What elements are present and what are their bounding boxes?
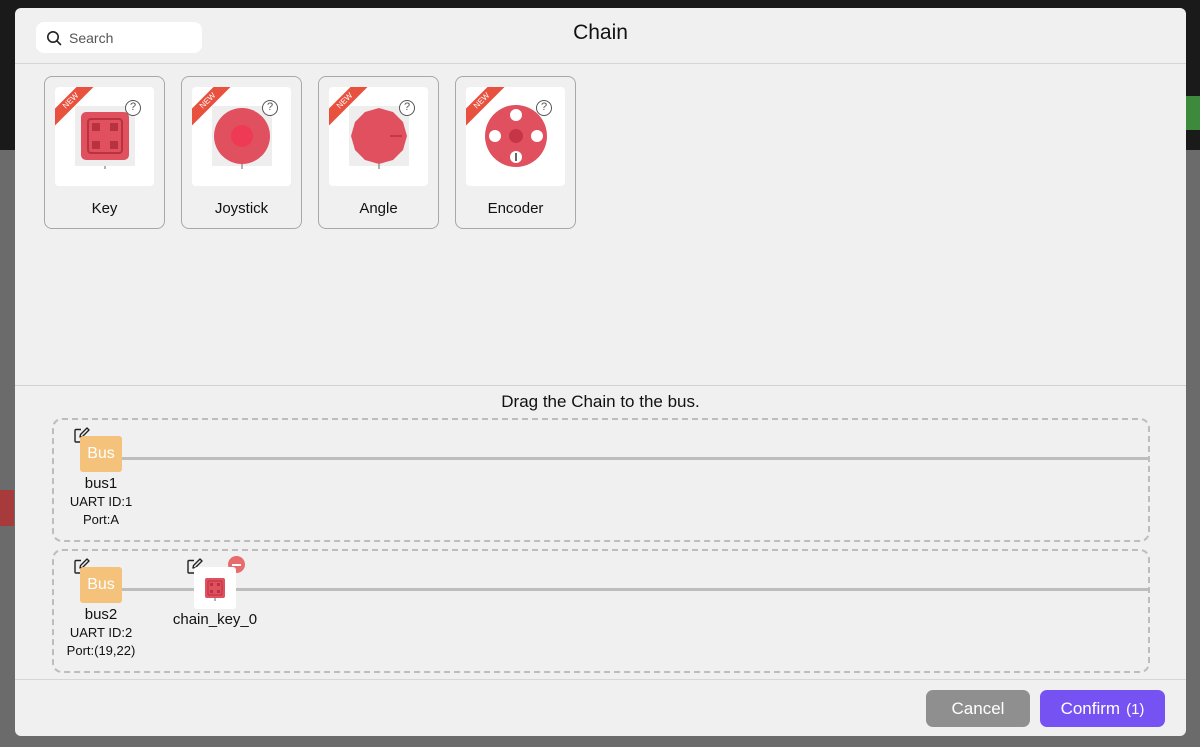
help-icon[interactable]: ? <box>399 100 415 116</box>
card-label: Key <box>91 200 118 217</box>
bus-uart-id: UART ID:1 <box>69 494 133 509</box>
card-image: NEW ? <box>192 87 291 186</box>
card-label: Angle <box>359 200 398 217</box>
background-fragment <box>0 490 14 526</box>
card-image: NEW ? <box>55 87 154 186</box>
confirm-button[interactable]: Confirm (1) <box>1040 690 1165 727</box>
section-divider <box>15 385 1186 386</box>
key-unit-icon <box>205 578 225 601</box>
help-icon[interactable]: ? <box>125 100 141 116</box>
background-fragment <box>1186 96 1200 130</box>
palette-card-joystick[interactable]: NEW ? Joystick <box>181 76 302 229</box>
bus-line <box>116 457 1150 460</box>
palette-card-angle[interactable]: NEW ? Angle <box>318 76 439 229</box>
dialog-header: Chain <box>15 8 1186 64</box>
bus-chip[interactable]: Bus <box>80 567 122 603</box>
card-label: Encoder <box>487 200 544 217</box>
dialog-footer: Cancel Confirm (1) <box>15 679 1186 736</box>
card-image: NEW ? <box>466 87 565 186</box>
bus-port: Port:A <box>82 512 120 527</box>
bus-name: bus2 <box>84 606 118 623</box>
help-icon[interactable]: ? <box>536 100 552 116</box>
dialog-title: Chain <box>573 21 628 44</box>
cancel-button[interactable]: Cancel <box>926 690 1030 727</box>
bus-chip[interactable]: Bus <box>80 436 122 472</box>
chain-palette: NEW ? Key NEW ? Joystick NEW ? Angle NEW… <box>15 65 1186 385</box>
bus-hint: Drag the Chain to the bus. <box>501 392 700 411</box>
bus-uart-id: UART ID:2 <box>69 625 133 640</box>
bus-port: Port:(19,22) <box>66 643 136 658</box>
palette-card-key[interactable]: NEW ? Key <box>44 76 165 229</box>
chain-node-name: chain_key_0 <box>172 611 258 628</box>
help-icon[interactable]: ? <box>262 100 278 116</box>
chain-dialog: Chain NEW ? Key <box>15 8 1186 736</box>
bus-row-bus1[interactable]: Bus bus1 UART ID:1 Port:A <box>52 418 1150 542</box>
bus-row-bus2[interactable]: Bus bus2 UART ID:2 Port:(19,22) chain_ke… <box>52 549 1150 673</box>
card-label: Joystick <box>214 200 269 217</box>
bus-name: bus1 <box>84 475 118 492</box>
card-image: NEW ? <box>329 87 428 186</box>
bus-line <box>116 588 1150 591</box>
confirm-label: Confirm <box>1060 698 1121 718</box>
chain-node-key[interactable] <box>194 567 236 609</box>
confirm-count: (1) <box>1126 700 1145 718</box>
palette-card-encoder[interactable]: NEW ? Encoder <box>455 76 576 229</box>
